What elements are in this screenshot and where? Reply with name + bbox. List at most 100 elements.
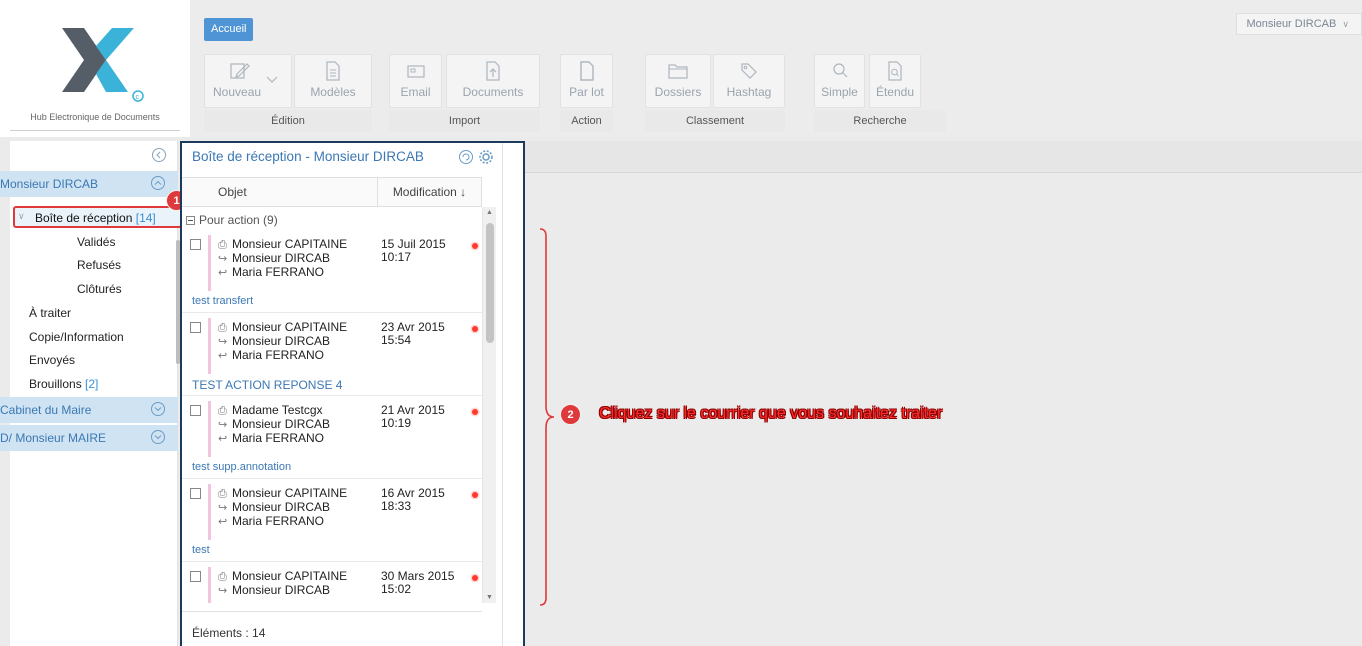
mail-item[interactable]: ⎙ Monsieur CAPITAINE ↪ Monsieur DIRCAB 30 …: [182, 563, 482, 603]
group-label-import: Import: [389, 110, 540, 132]
mail-subject[interactable]: TEST ACTION REPONSE 4: [192, 378, 342, 392]
sidebar-item-copy-info[interactable]: Copie/Information: [29, 330, 124, 344]
batch-document-icon: [579, 61, 594, 81]
refresh-icon[interactable]: [458, 149, 474, 165]
mail-sender: Monsieur CAPITAINE: [232, 569, 348, 583]
extended-search-label: Étendu: [875, 85, 915, 99]
mail-assignee: Maria FERRANO: [232, 348, 325, 362]
mail-list-scrollbar[interactable]: ▲ ▼: [482, 207, 496, 603]
sidebar-item-to-process[interactable]: À traiter: [29, 306, 71, 320]
email-import-button[interactable]: Email: [389, 54, 442, 108]
simple-search-button[interactable]: Simple: [814, 54, 865, 108]
ribbon-toolbar: Accueil Monsieur DIRCAB ∨ Nouveau Modèle…: [190, 0, 1362, 137]
mail-list-header: Objet Modification ↓: [182, 177, 482, 207]
mail-checkbox[interactable]: [190, 488, 201, 499]
mail-time: 18:33: [381, 499, 412, 513]
sidebar-user-maire[interactable]: D/ Monsieur MAIRE: [0, 425, 178, 451]
documents-import-button[interactable]: Documents: [446, 54, 540, 108]
scroll-down-icon[interactable]: ▼: [486, 594, 493, 601]
mail-sender: Monsieur CAPITAINE: [232, 237, 348, 251]
scroll-up-icon[interactable]: ▲: [486, 209, 493, 216]
scrollbar-thumb[interactable]: [486, 223, 494, 343]
mail-time: 15:54: [381, 333, 412, 347]
sidebar-user-dircab[interactable]: Monsieur DIRCAB: [0, 171, 178, 197]
mail-recipient: Monsieur DIRCAB: [232, 583, 331, 597]
unread-dot-icon: [472, 575, 478, 581]
collapse-sidebar-icon[interactable]: [151, 147, 167, 163]
mail-item[interactable]: ⎙ Monsieur CAPITAINE ↪ Monsieur DIRCAB ↩ Ma…: [182, 314, 482, 396]
mail-date: 16 Avr 2015: [381, 486, 445, 500]
app-logo[interactable]: c Hub Electronique de Documents: [0, 0, 190, 137]
mailbox-title: Boîte de réception - Monsieur DIRCAB: [192, 149, 424, 164]
sidebar-item-refused[interactable]: Refusés: [77, 258, 121, 272]
mail-date: 15 Juil 2015: [381, 237, 446, 251]
documents-import-label: Documents: [462, 85, 524, 99]
unread-dot-icon: [472, 326, 478, 332]
new-button[interactable]: Nouveau: [204, 54, 292, 108]
mail-item[interactable]: ⎙ Monsieur CAPITAINE ↪ Monsieur DIRCAB ↩ Ma…: [182, 231, 482, 313]
mail-checkbox[interactable]: [190, 322, 201, 333]
forward-icon: ↪: [218, 502, 228, 514]
mail-assignee: Maria FERRANO: [232, 431, 325, 445]
hashtag-button-label: Hashtag: [726, 85, 772, 99]
mail-subject[interactable]: test: [192, 544, 210, 556]
unread-dot-icon: [472, 409, 478, 415]
element-count: Éléments : 14: [192, 626, 266, 640]
batch-action-button[interactable]: Par lot: [560, 54, 613, 108]
mail-recipient: Monsieur DIRCAB: [232, 417, 331, 431]
priority-bar: [208, 567, 211, 603]
mail-date: 23 Avr 2015: [381, 320, 445, 334]
sidebar-item-sent[interactable]: Envoyés: [29, 353, 75, 367]
unread-dot-icon: [472, 492, 478, 498]
templates-button[interactable]: Modèles: [294, 54, 372, 108]
assign-icon: ↩: [218, 267, 228, 279]
mail-subject[interactable]: test supp.annotation: [192, 461, 291, 473]
extended-search-button[interactable]: Étendu: [869, 54, 921, 108]
hub-x-logo-icon: c: [62, 28, 144, 102]
mail-list: Pour action (9) ⎙ Monsieur CAPITAINE ↪ Mon…: [182, 207, 482, 603]
mail-list-footer: Éléments : 14: [182, 611, 482, 646]
group-pour-action-label: Pour action (9): [199, 213, 278, 227]
tab-accueil[interactable]: Accueil: [204, 18, 254, 41]
sidebar-user-maire-label: D/ Monsieur MAIRE: [0, 431, 107, 445]
chevron-down-icon[interactable]: [150, 429, 166, 445]
forward-icon: ↪: [218, 336, 228, 348]
folders-button[interactable]: Dossiers: [645, 54, 711, 108]
assign-icon: ↩: [218, 350, 228, 362]
gear-icon[interactable]: [478, 149, 494, 165]
mail-checkbox[interactable]: [190, 405, 201, 416]
sidebar-item-validated[interactable]: Validés: [77, 235, 115, 249]
mail-item[interactable]: ⎙ Monsieur CAPITAINE ↪ Monsieur DIRCAB ↩ Ma…: [182, 480, 482, 562]
mail-checkbox[interactable]: [190, 571, 201, 582]
forward-icon: ↪: [218, 585, 228, 597]
mail-sender: Monsieur CAPITAINE: [232, 320, 348, 334]
hashtag-button[interactable]: Hashtag: [713, 54, 785, 108]
mail-recipient: Monsieur DIRCAB: [232, 500, 331, 514]
sidebar-item-closed[interactable]: Clôturés: [77, 282, 122, 296]
assign-icon: ↩: [218, 433, 228, 445]
sidebar-item-inbox[interactable]: ∨ Boîte de réception [14]: [13, 206, 182, 228]
forward-icon: ↪: [218, 253, 228, 265]
mail-subject[interactable]: test transfert: [192, 295, 253, 307]
mail-sender: Madame Testcgx: [232, 403, 323, 417]
sidebar-user-cabinet[interactable]: Cabinet du Maire: [0, 397, 178, 423]
column-header-modified[interactable]: Modification ↓: [377, 178, 482, 206]
column-header-object[interactable]: Objet: [218, 185, 247, 199]
chevron-up-icon[interactable]: [150, 175, 166, 191]
group-pour-action[interactable]: Pour action (9): [182, 213, 278, 229]
mail-checkbox[interactable]: [190, 239, 201, 250]
mail-assignee: Maria FERRANO: [232, 514, 325, 528]
instruction-text: Cliquez sur le courrier que vous souhait…: [599, 405, 943, 422]
group-label-action: Action: [560, 110, 613, 132]
chevron-down-icon[interactable]: [150, 401, 166, 417]
document-upload-icon: [486, 61, 500, 81]
collapse-group-icon[interactable]: [186, 216, 195, 225]
email-icon: [406, 65, 425, 78]
mail-item[interactable]: ⎙ Madame Testcgx ↪ Monsieur DIRCAB ↩ Maria …: [182, 397, 482, 479]
priority-bar: [208, 484, 211, 540]
mail-assignee: Maria FERRANO: [232, 265, 325, 279]
priority-bar: [208, 318, 211, 374]
sidebar-item-drafts[interactable]: Brouillons [2]: [29, 377, 98, 391]
chevron-down-icon: ∨: [18, 211, 25, 221]
user-menu[interactable]: Monsieur DIRCAB ∨: [1236, 13, 1362, 35]
